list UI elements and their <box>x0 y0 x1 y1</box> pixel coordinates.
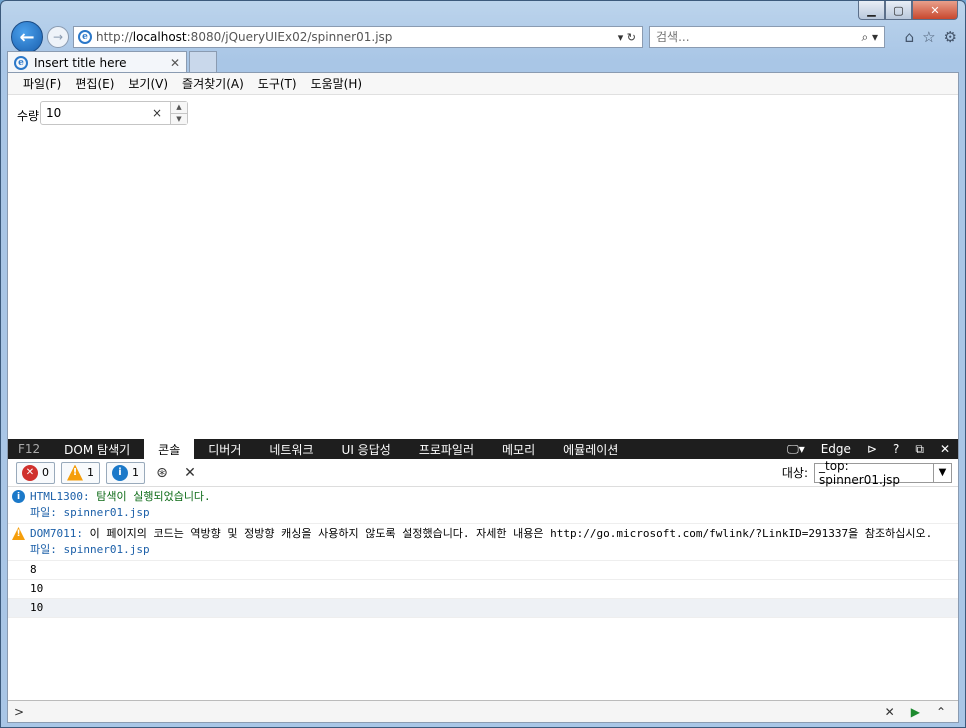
quantity-label: 수량 <box>17 109 40 123</box>
warning-filter-button[interactable]: ! 1 <box>61 461 100 484</box>
warning-icon: ! <box>67 464 83 481</box>
f12-label: F12 <box>18 442 41 456</box>
tab-console[interactable]: 콘솔 <box>144 439 195 459</box>
spinner-buttons: ▲ ▼ <box>170 102 187 124</box>
undock-icon[interactable]: ⧉ <box>907 442 932 457</box>
expand-input-icon[interactable]: ⌃ <box>936 705 946 719</box>
error-filter-button[interactable]: ✕ 0 <box>16 461 55 484</box>
console-input-tools: ✕ ▶ ⌃ <box>885 705 958 719</box>
tab-dom-explorer[interactable]: DOM 탐색기 <box>50 439 144 459</box>
console-message-info: i HTML1300: 탐색이 실행되었습니다. 파일: spinner01.j… <box>8 487 958 524</box>
maximize-button[interactable]: ▢ <box>885 1 912 20</box>
info-icon: i <box>12 490 25 503</box>
menu-tools[interactable]: 도구(T) <box>251 75 304 92</box>
menu-help[interactable]: 도움말(H) <box>304 75 370 92</box>
console-toolbar: ✕ 0 ! 1 i 1 ⊛ ✕ 대상: _top: spinner01.jsp … <box>8 459 958 487</box>
address-url[interactable]: http://localhost:8080/jQueryUIEx02/spinn… <box>96 30 618 44</box>
ie-tab-icon: e <box>14 55 28 70</box>
tab-profiler[interactable]: 프로파일러 <box>405 439 488 459</box>
close-devtools-icon[interactable]: ✕ <box>932 442 958 456</box>
menu-edit[interactable]: 편집(E) <box>68 75 121 92</box>
browser-client: 파일(F) 편집(E) 보기(V) 즐겨찾기(A) 도구(T) 도움말(H) 수… <box>7 72 959 723</box>
target-value: _top: spinner01.jsp <box>819 458 901 487</box>
quantity-input[interactable] <box>41 106 149 120</box>
menu-favorites[interactable]: 즐겨찾기(A) <box>175 75 251 92</box>
search-box[interactable]: ⌕ ▾ <box>649 26 885 48</box>
back-button[interactable]: ← <box>11 21 43 53</box>
arrow-right-icon: → <box>52 30 64 44</box>
forward-button[interactable]: → <box>47 26 69 48</box>
new-tab-button[interactable] <box>189 51 217 73</box>
gear-icon[interactable]: ⚙ <box>944 28 957 46</box>
home-icon[interactable]: ⌂ <box>905 28 915 46</box>
menu-bar: 파일(F) 편집(E) 보기(V) 즐겨찾기(A) 도구(T) 도움말(H) <box>8 73 958 95</box>
spin-up-button[interactable]: ▲ <box>171 102 187 114</box>
message-code: HTML1300: <box>30 490 90 503</box>
console-log-line: 8 <box>8 561 958 580</box>
spin-down-button[interactable]: ▼ <box>171 113 187 124</box>
favorites-star-icon[interactable]: ☆ <box>922 28 935 46</box>
arrow-left-icon: ← <box>19 26 35 48</box>
tab-insert-title[interactable]: e Insert title here ✕ <box>7 51 187 73</box>
console-input-bar: > ✕ ▶ ⌃ <box>8 700 958 722</box>
console-output: i HTML1300: 탐색이 실행되었습니다. 파일: spinner01.j… <box>8 487 958 697</box>
search-input[interactable] <box>656 30 862 44</box>
tab-strip: e Insert title here ✕ <box>7 51 959 73</box>
info-filter-button[interactable]: i 1 <box>106 461 145 484</box>
error-count: 0 <box>42 466 49 479</box>
quantity-spinner[interactable]: × ▲ ▼ <box>40 101 188 125</box>
menu-file[interactable]: 파일(F) <box>16 75 68 92</box>
refresh-icon[interactable]: ▾ ↻ <box>618 31 642 44</box>
clear-console-icon[interactable]: ✕ <box>179 462 201 484</box>
target-dropdown[interactable]: _top: spinner01.jsp ▼ <box>814 459 952 487</box>
tab-ui-responsiveness[interactable]: UI 응답성 <box>328 439 405 459</box>
search-icon[interactable]: ⌕ ▾ <box>861 30 884 45</box>
console-input[interactable]: > <box>8 705 885 719</box>
warning-icon: ! <box>12 527 25 540</box>
clear-input-icon[interactable]: ✕ <box>885 705 895 719</box>
minimize-button[interactable]: ▁ <box>858 1 885 20</box>
ie-page-icon: e <box>78 30 92 44</box>
help-icon[interactable]: ? <box>885 442 907 456</box>
close-window-button[interactable]: ✕ <box>912 1 958 20</box>
tab-memory[interactable]: 메모리 <box>488 439 549 459</box>
tab-title: Insert title here <box>34 55 127 70</box>
console-message-warning: ! DOM7011: 이 페이지의 코드는 역방향 및 정방향 캐싱을 사용하지… <box>8 524 958 561</box>
browser-window: ▁ ▢ ✕ ← → e http://localhost:8080/jQuery… <box>0 0 966 728</box>
info-icon: i <box>112 464 128 481</box>
console-log-line: 10 <box>8 599 958 618</box>
menu-view[interactable]: 보기(V) <box>121 75 175 92</box>
edge-mode-label[interactable]: Edge <box>813 442 859 456</box>
address-bar[interactable]: e http://localhost:8080/jQueryUIEx02/spi… <box>73 26 643 48</box>
clear-icon[interactable]: × <box>149 106 165 120</box>
console-icon[interactable]: ⊳ <box>859 442 885 456</box>
devtools-tabbar: F12 DOM 탐색기 콘솔 디버거 네트워크 UI 응답성 프로파일러 메모리… <box>8 439 958 459</box>
run-script-icon[interactable]: ▶ <box>911 705 920 719</box>
message-file-link[interactable]: 파일: spinner01.jsp <box>30 543 150 556</box>
console-log-line: 10 <box>8 580 958 599</box>
message-text: 탐색이 실행되었습니다. <box>89 490 211 503</box>
browser-tools: ⌂ ☆ ⚙ <box>905 28 957 46</box>
info-count: 1 <box>132 466 139 479</box>
tab-network[interactable]: 네트워크 <box>255 439 327 459</box>
clear-on-navigate-icon[interactable]: ⊛ <box>151 462 173 484</box>
message-code: DOM7011: <box>30 527 83 540</box>
document-mode-icon[interactable]: 🖵▾ <box>779 442 813 457</box>
target-selector: 대상: _top: spinner01.jsp ▼ <box>781 459 958 487</box>
message-text: 이 페이지의 코드는 역방향 및 정방향 캐싱을 사용하지 않도록 설정했습니다… <box>82 527 933 540</box>
window-controls: ▁ ▢ ✕ <box>858 1 958 20</box>
tab-debugger[interactable]: 디버거 <box>194 439 255 459</box>
chevron-down-icon: ▼ <box>933 463 951 482</box>
close-tab-icon[interactable]: ✕ <box>170 56 180 70</box>
target-label: 대상: <box>781 466 808 480</box>
tab-emulation[interactable]: 에뮬레이션 <box>549 439 632 459</box>
navigation-bar: ← → e http://localhost:8080/jQueryUIEx02… <box>7 21 959 53</box>
page-content: 수량 × ▲ ▼ <box>8 95 958 439</box>
message-file-link[interactable]: 파일: spinner01.jsp <box>30 506 150 519</box>
error-icon: ✕ <box>22 464 38 481</box>
warning-count: 1 <box>87 466 94 479</box>
